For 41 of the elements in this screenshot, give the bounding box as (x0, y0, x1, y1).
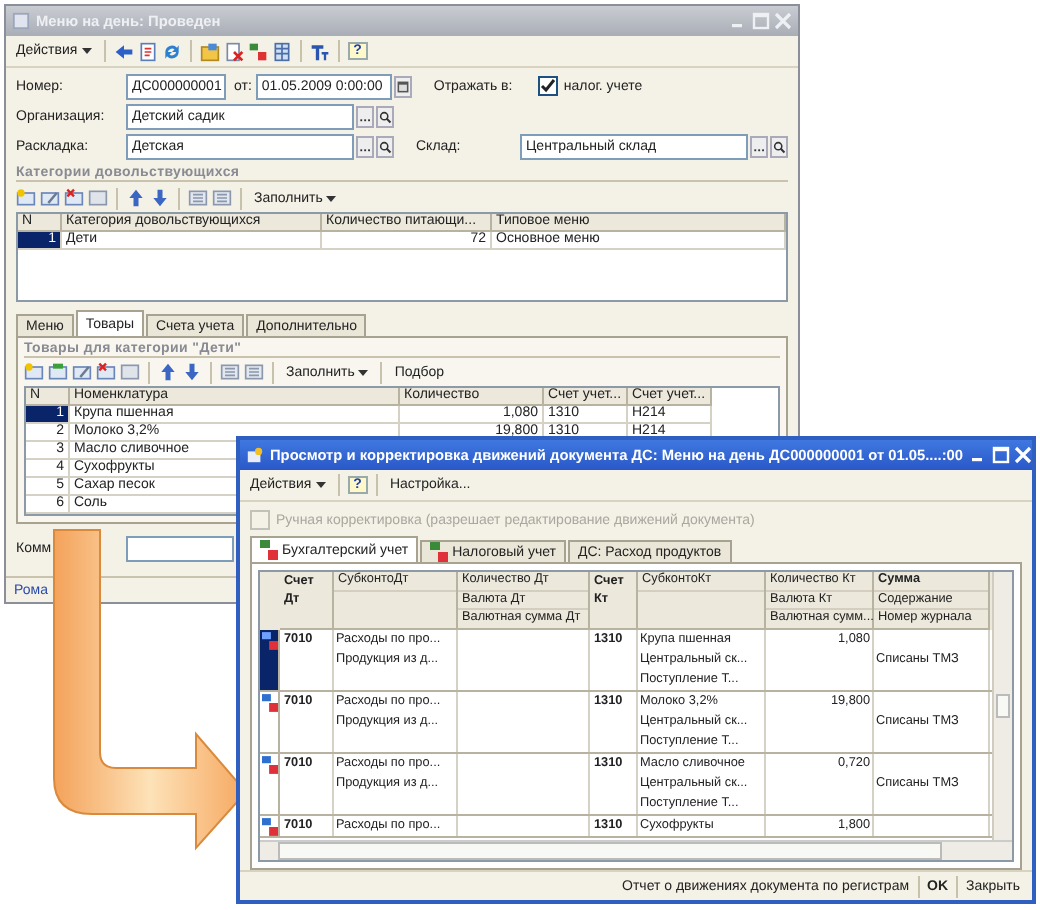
add-row-icon[interactable] (24, 362, 44, 382)
caret-icon (358, 369, 369, 375)
caret-icon (326, 195, 337, 201)
debit-credit-icon (261, 755, 277, 773)
arrow-left-icon[interactable] (113, 41, 134, 61)
copy-row-icon[interactable] (48, 362, 68, 382)
scrollbar[interactable] (260, 840, 1012, 860)
scrollbar[interactable] (992, 572, 1012, 840)
debit-credit-icon (260, 540, 278, 560)
edit-row-icon[interactable] (40, 188, 60, 208)
delete-row-icon[interactable] (96, 362, 116, 382)
arrow-down-icon[interactable] (182, 362, 202, 382)
refresh-icon[interactable] (161, 41, 182, 61)
add-row-icon[interactable] (16, 188, 36, 208)
debit-credit-icon (261, 693, 277, 711)
debit-credit-icon (261, 631, 277, 649)
debit-credit-icon[interactable] (247, 41, 268, 61)
document-icon[interactable] (137, 41, 158, 61)
search-icon[interactable] (376, 105, 394, 127)
checkbox[interactable] (537, 76, 558, 96)
table-icon[interactable] (271, 41, 292, 61)
caret-icon (315, 482, 326, 488)
window-icon (246, 446, 264, 464)
edit-row-icon[interactable] (72, 362, 92, 382)
arrow-up-icon[interactable] (126, 188, 146, 208)
ellipsis-icon[interactable] (750, 135, 768, 157)
font-icon[interactable] (309, 41, 330, 61)
debit-credit-icon (430, 542, 449, 562)
ellipsis-icon[interactable] (356, 135, 374, 157)
search-icon[interactable] (770, 135, 788, 157)
comment-field[interactable] (126, 535, 234, 561)
arrow-down-icon[interactable] (150, 188, 170, 208)
delete-row-icon[interactable] (64, 188, 84, 208)
ellipsis-icon[interactable] (356, 105, 374, 127)
caret-icon (81, 48, 92, 54)
arrow-up-icon[interactable] (158, 362, 178, 382)
search-icon[interactable] (376, 135, 394, 157)
window-icon (12, 12, 30, 30)
calendar-icon[interactable] (393, 75, 412, 97)
folder-icon[interactable] (199, 41, 220, 61)
delete-icon[interactable] (223, 41, 244, 61)
